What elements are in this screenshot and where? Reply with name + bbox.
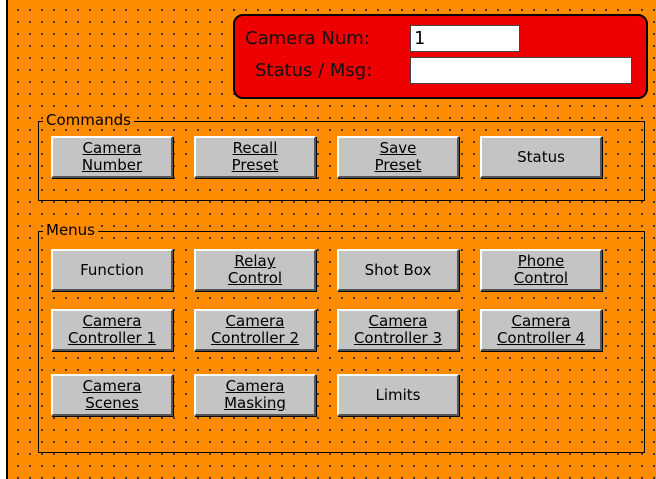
relay-control-button[interactable]: Relay Control <box>194 249 316 291</box>
menus-group: Menus Function Relay Control Shot Box Ph… <box>38 221 645 453</box>
camera-status-panel: Camera Num: 1 Status / Msg: <box>233 14 648 99</box>
status-button[interactable]: Status <box>480 136 602 178</box>
limits-button[interactable]: Limits <box>337 374 459 416</box>
save-preset-button[interactable]: Save Preset <box>337 136 459 178</box>
function-button[interactable]: Function <box>51 249 173 291</box>
status-msg-input[interactable] <box>410 57 632 84</box>
camera-num-input[interactable]: 1 <box>410 25 520 52</box>
camera-num-label: Camera Num: <box>245 28 370 49</box>
menus-group-title: Menus <box>43 221 98 239</box>
camera-masking-button[interactable]: Camera Masking <box>194 374 316 416</box>
camera-scenes-button[interactable]: Camera Scenes <box>51 374 173 416</box>
shot-box-button[interactable]: Shot Box <box>337 249 459 291</box>
camera-controller-4-button[interactable]: Camera Controller 4 <box>480 309 602 351</box>
commands-group: Commands Camera Number Recall Preset Sav… <box>38 111 645 201</box>
camera-controller-2-button[interactable]: Camera Controller 2 <box>194 309 316 351</box>
commands-group-title: Commands <box>43 111 134 129</box>
camera-controller-1-button[interactable]: Camera Controller 1 <box>51 309 173 351</box>
camera-controller-3-button[interactable]: Camera Controller 3 <box>337 309 459 351</box>
recall-preset-button[interactable]: Recall Preset <box>194 136 316 178</box>
camera-number-button[interactable]: Camera Number <box>51 136 173 178</box>
control-form: Camera Num: 1 Status / Msg: Commands Cam… <box>6 0 656 479</box>
phone-control-button[interactable]: Phone Control <box>480 249 602 291</box>
status-msg-label: Status / Msg: <box>255 60 373 81</box>
